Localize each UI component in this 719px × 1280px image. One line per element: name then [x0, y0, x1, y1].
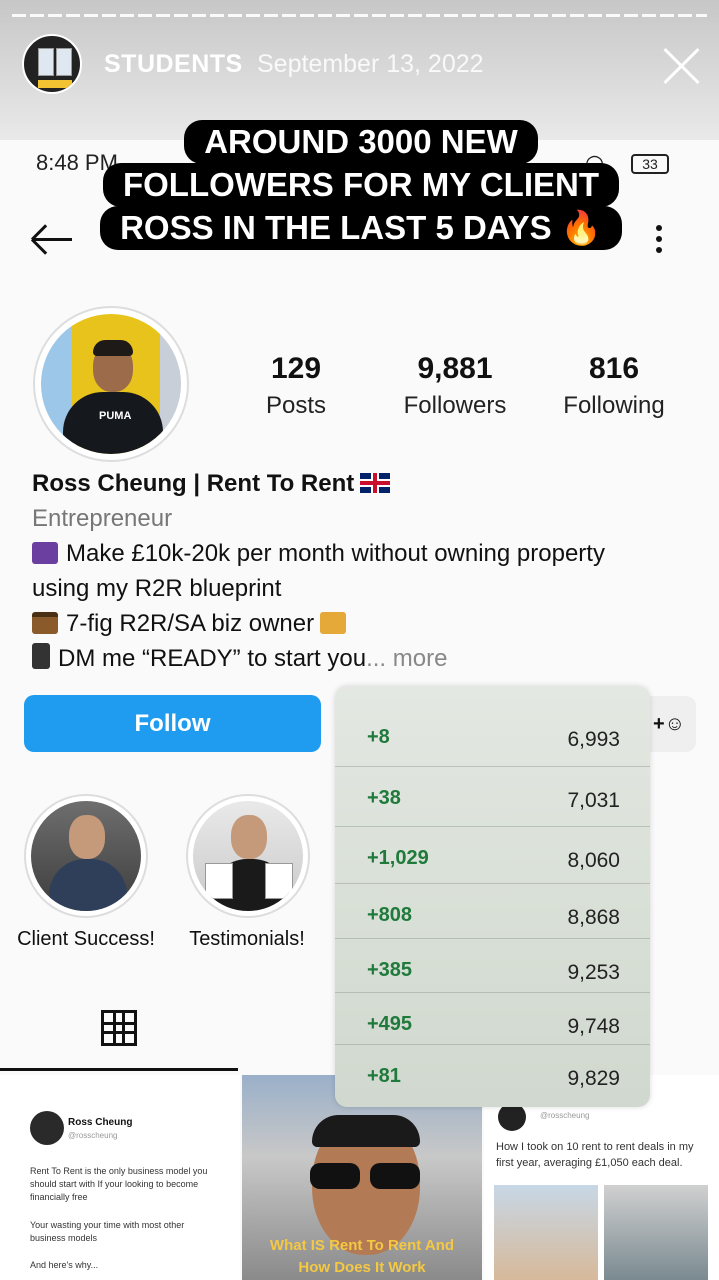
bio-line: 7-fig R2R/SA biz owner [66, 610, 315, 637]
posts-label: Posts [265, 392, 327, 419]
growth-delta: +38 [367, 787, 401, 809]
profile-category: Entrepreneur [32, 505, 173, 532]
post-photo [604, 1185, 708, 1280]
growth-delta: +808 [367, 904, 413, 926]
post-handle: @rosscheung [68, 1131, 118, 1140]
post-caption: What IS Rent To Rent And How Does It Wor… [269, 1237, 455, 1276]
following-stat[interactable]: 816 Following [539, 352, 689, 420]
avatar [30, 1111, 64, 1145]
post-thumbnail[interactable]: Ross Cheung @rosscheung Rent To Rent is … [0, 1075, 240, 1280]
post-text: How I took on 10 rent to rent deals in m… [496, 1141, 694, 1169]
grid-icon[interactable] [101, 1010, 137, 1046]
table-row: +1,029 8,060 [335, 826, 650, 883]
highlight-label: Client Success! [17, 928, 155, 950]
follower-total: 8,060 [567, 849, 620, 872]
following-label: Following [563, 392, 665, 419]
add-person-icon[interactable]: +☺ [642, 696, 696, 752]
avatar [498, 1103, 526, 1131]
phone-icon [32, 643, 50, 669]
table-row: +808 8,868 [335, 883, 650, 940]
profile-name: Ross Cheung | Rent To Rent [32, 470, 355, 497]
logo-label [38, 80, 72, 88]
bio-more-link[interactable]: ... more [366, 645, 447, 672]
phone-screen-icon [38, 48, 54, 76]
follower-total: 9,829 [567, 1067, 620, 1090]
table-row: +8 6,993 [335, 706, 650, 763]
money-icon [32, 542, 58, 564]
post-author: Ross Cheung [68, 1117, 133, 1128]
sunglasses-icon [310, 1163, 422, 1191]
follower-growth-table: +8 6,993 +38 7,031 +1,029 8,060 +808 8,8… [335, 686, 650, 1107]
highlight-testimonials[interactable] [186, 794, 310, 918]
story-avatar[interactable] [22, 34, 82, 94]
follow-button[interactable]: Follow [24, 695, 321, 752]
highlight-client-success[interactable] [24, 794, 148, 918]
table-row: +495 9,748 [335, 992, 650, 1049]
follower-total: 7,031 [567, 789, 620, 812]
caption-line: AROUND 3000 NEW [184, 120, 538, 164]
close-icon[interactable] [660, 44, 704, 88]
followers-label: Followers [403, 392, 507, 419]
highlight-label: Testimonials! [189, 928, 305, 950]
posts-stat[interactable]: 129 Posts [221, 352, 371, 420]
house-icon [320, 612, 347, 634]
table-row: +81 9,829 [335, 1044, 650, 1101]
following-count: 816 [588, 352, 640, 385]
post-text: Rent To Rent is the only business model … [30, 1166, 208, 1202]
profile-avatar[interactable]: PUMA [33, 306, 189, 462]
growth-delta: +495 [367, 1013, 413, 1035]
followers-count: 9,881 [417, 352, 493, 385]
back-arrow-icon[interactable] [30, 222, 74, 258]
post-handle: @rosscheung [540, 1111, 590, 1120]
story-frame: STUDENTS September 13, 2022 8:48 PM ◠ 33… [0, 0, 719, 1280]
uk-flag-icon [360, 473, 391, 493]
follower-total: 9,748 [567, 1015, 620, 1038]
post-text: And here's why... [30, 1260, 99, 1270]
briefcase-icon [32, 612, 58, 634]
growth-delta: +8 [367, 726, 390, 748]
phone-screen-icon [56, 48, 72, 76]
more-options-icon[interactable] [655, 225, 663, 255]
table-row: +385 9,253 [335, 938, 650, 995]
growth-delta: +81 [367, 1065, 401, 1087]
posts-count: 129 [270, 352, 322, 385]
story-caption: AROUND 3000 NEW FOLLOWERS FOR MY CLIENT … [78, 120, 644, 250]
bio-line: DM me “READY” to start you [58, 645, 367, 672]
bio-line: using my R2R blueprint [32, 575, 282, 602]
post-photo [494, 1185, 598, 1280]
follower-total: 9,253 [567, 961, 620, 984]
story-progress-bar [12, 14, 707, 17]
story-username[interactable]: STUDENTS [104, 50, 243, 79]
follower-total: 6,993 [567, 728, 620, 751]
table-row: +38 7,031 [335, 766, 650, 823]
follower-total: 8,868 [567, 906, 620, 929]
growth-delta: +1,029 [367, 847, 429, 869]
avatar-shirt-logo: PUMA [99, 410, 132, 422]
active-tab-indicator [0, 1068, 238, 1071]
profile-bio: Ross Cheung | Rent To Rent Entrepreneur … [32, 466, 692, 676]
caption-line: ROSS IN THE LAST 5 DAYS 🔥 [100, 206, 622, 250]
growth-delta: +385 [367, 959, 413, 981]
caption-line: FOLLOWERS FOR MY CLIENT [102, 163, 620, 207]
story-date: September 13, 2022 [257, 50, 484, 78]
bio-line: Make £10k-20k per month without owning p… [66, 540, 605, 567]
post-text: Your wasting your time with most other b… [30, 1220, 185, 1243]
followers-stat[interactable]: 9,881 Followers [380, 352, 530, 420]
